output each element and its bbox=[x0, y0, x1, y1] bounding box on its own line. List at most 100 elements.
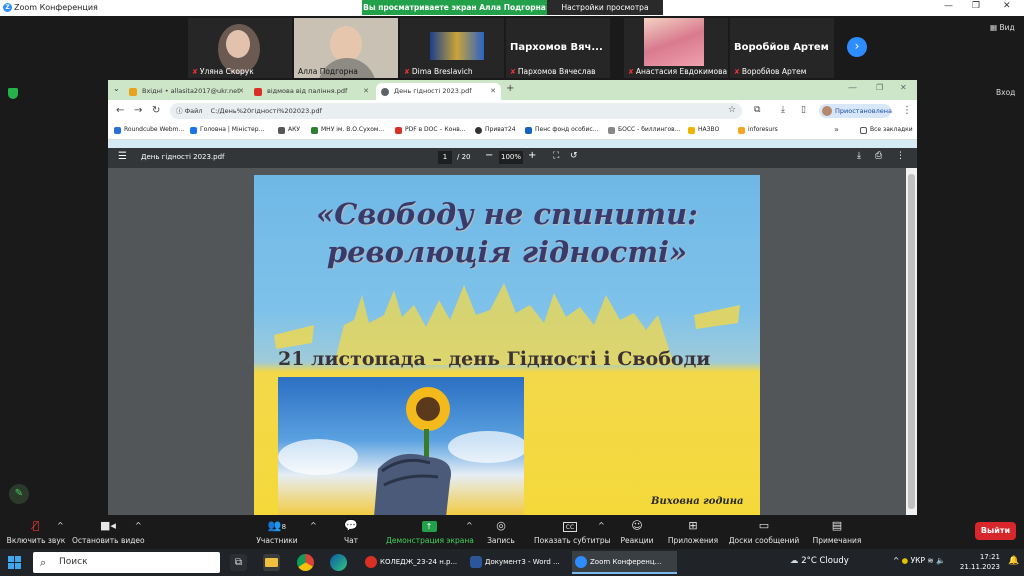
annotate-pen-icon[interactable]: ✎ bbox=[9, 484, 29, 504]
wifi-icon[interactable]: ≋ bbox=[927, 556, 933, 565]
taskbar-search-input[interactable]: ⌕ Поиск bbox=[33, 552, 220, 573]
video-options-chevron-icon[interactable]: ^ bbox=[135, 521, 142, 530]
page-number-input[interactable]: 1 bbox=[438, 151, 452, 164]
bookmark-item[interactable]: inforesurs bbox=[738, 126, 778, 134]
record-button[interactable]: ◎ Запись bbox=[486, 515, 516, 545]
new-tab-plus-icon[interactable]: + bbox=[506, 83, 514, 94]
browser-menu-kebab-icon[interactable]: ⋮ bbox=[902, 105, 912, 116]
zoom-out-icon[interactable]: − bbox=[485, 150, 493, 161]
chat-button[interactable]: 💬 Чат bbox=[338, 515, 364, 545]
pdf-more-kebab-icon[interactable]: ⋮ bbox=[896, 151, 905, 161]
profile-button[interactable]: Приостановлена bbox=[819, 104, 892, 118]
fist-with-sunflower-image bbox=[278, 377, 524, 515]
download-icon[interactable]: ⤓ bbox=[781, 105, 785, 115]
reactions-button[interactable]: ☺ Реакции bbox=[620, 515, 654, 545]
participants-options-chevron-icon[interactable]: ^ bbox=[310, 521, 317, 530]
audio-options-chevron-icon[interactable]: ^ bbox=[57, 521, 64, 530]
zoom-level-input[interactable]: 100% bbox=[499, 151, 523, 164]
bookmark-item[interactable]: МНУ ім. В.О.Сухом... bbox=[311, 126, 384, 134]
all-bookmarks-folder[interactable]: Все закладки bbox=[860, 126, 913, 134]
participant-tile[interactable]: ✘ Dima Breslavich bbox=[400, 18, 504, 78]
volume-icon[interactable]: 🔈 bbox=[936, 556, 945, 565]
bookmark-item[interactable]: АКУ bbox=[278, 126, 300, 134]
chrome-browser-icon[interactable] bbox=[297, 554, 314, 571]
next-participants-chevron-icon[interactable]: › bbox=[847, 37, 867, 57]
rotate-icon[interactable]: ↺ bbox=[570, 151, 578, 161]
extensions-puzzle-icon[interactable]: ⧉ bbox=[754, 105, 760, 115]
close-icon[interactable]: ✕ bbox=[1003, 1, 1011, 11]
tab-close-icon[interactable]: ✕ bbox=[363, 83, 369, 100]
browser-minimize-icon[interactable]: — bbox=[848, 83, 857, 93]
share-options-chevron-icon[interactable]: ^ bbox=[466, 521, 473, 530]
pdf-download-icon[interactable]: ⤓ bbox=[857, 151, 861, 161]
bookmark-item[interactable]: PDF в DOC – Конв... bbox=[395, 126, 466, 134]
notes-button[interactable]: ▤ Примечания bbox=[811, 515, 863, 545]
norton-icon[interactable]: ● bbox=[902, 556, 911, 565]
participants-button[interactable]: 👥8 Участники bbox=[255, 515, 299, 545]
taskbar-app[interactable]: Документ3 - Word ... bbox=[467, 551, 569, 574]
minimize-icon[interactable]: — bbox=[944, 1, 953, 11]
pdf-menu-hamburger-icon[interactable]: ☰ bbox=[118, 151, 127, 162]
participant-video bbox=[430, 32, 484, 60]
participant-tile-speaking[interactable]: Алла Подгорна bbox=[294, 18, 398, 78]
bookmark-item[interactable]: Roundcube Webm... bbox=[114, 126, 184, 134]
file-explorer-folder-icon[interactable] bbox=[263, 554, 280, 571]
side-panel-icon[interactable]: ▯ bbox=[801, 105, 806, 115]
bookmarks-overflow-chevron-icon[interactable]: » bbox=[834, 125, 839, 134]
unmute-audio-button[interactable]: 🎙̸ Включить звук bbox=[5, 515, 67, 545]
captions-cc-icon: CC bbox=[534, 519, 606, 533]
participant-tile[interactable]: Пархомов Вяч... ✘ Пархомов Вячеслав bbox=[506, 18, 610, 78]
whiteboards-button[interactable]: ▭ Доски сообщений bbox=[728, 515, 800, 545]
forward-arrow-icon[interactable]: → bbox=[134, 105, 142, 116]
bookmark-item[interactable]: БОСС - биллингов... bbox=[608, 126, 680, 134]
apps-button[interactable]: ⊞ Приложения bbox=[667, 515, 719, 545]
edge-browser-icon[interactable] bbox=[330, 554, 347, 571]
security-shield-icon[interactable] bbox=[8, 88, 18, 99]
stop-video-button[interactable]: ■◂ Остановить видео bbox=[72, 515, 145, 545]
weather-widget[interactable]: ☁ 2°C Cloudy bbox=[790, 556, 849, 566]
maximize-icon[interactable]: ❐ bbox=[972, 1, 980, 11]
taskbar-clock[interactable]: 17:21 21.11.2023 bbox=[950, 552, 1000, 572]
leave-meeting-button[interactable]: Выйти bbox=[975, 522, 1016, 540]
zoom-in-icon[interactable]: + bbox=[528, 150, 536, 161]
back-arrow-icon[interactable]: ← bbox=[116, 105, 124, 116]
bookmark-item[interactable]: Головна | Міністер... bbox=[190, 126, 264, 134]
browser-close-icon[interactable]: ✕ bbox=[900, 83, 907, 92]
url-input[interactable]: ⓘ Файл C:/День%20гідності%202023.pdf bbox=[170, 103, 742, 119]
participant-name: Dima Breslavich bbox=[411, 67, 473, 76]
tab-search-chevron-icon[interactable]: ⌄ bbox=[113, 84, 120, 93]
entry-label[interactable]: Вход bbox=[996, 88, 1015, 97]
browser-tab[interactable]: Вхідні • allasita2017@ukr.net ✕ bbox=[124, 83, 249, 100]
notifications-bell-icon[interactable]: 🔔 bbox=[1008, 556, 1019, 566]
pdf-tab-icon bbox=[254, 88, 262, 96]
bookmark-star-icon[interactable]: ☆ bbox=[728, 105, 736, 115]
browser-tab[interactable]: відмова від паління.pdf ✕ bbox=[249, 83, 374, 100]
browser-tab-active[interactable]: День гідності 2023.pdf ✕ bbox=[376, 83, 501, 100]
captions-options-chevron-icon[interactable]: ^ bbox=[598, 521, 605, 530]
windows-start-icon[interactable] bbox=[8, 556, 21, 569]
zoom-control-bar: 🎙̸ Включить звук ^ ■◂ Остановить видео ^… bbox=[0, 515, 1024, 549]
bookmark-item[interactable]: НАЗВО bbox=[688, 126, 719, 134]
view-settings-button[interactable]: Настройки просмотра bbox=[547, 0, 663, 15]
share-screen-button[interactable]: ↑ Демонстрация экрана bbox=[386, 515, 474, 545]
browser-maximize-icon[interactable]: ❐ bbox=[876, 83, 883, 92]
participant-tile[interactable]: ✘ Уляна Скорук bbox=[188, 18, 292, 78]
taskbar-app[interactable]: КОЛЕДЖ_23-24 н.р... bbox=[362, 551, 464, 574]
bookmark-item[interactable]: Пенс фонд особис... bbox=[525, 126, 598, 134]
print-icon[interactable]: ⎙ bbox=[875, 151, 882, 161]
tab-close-icon[interactable]: ✕ bbox=[490, 83, 496, 100]
participant-tile[interactable]: Воробйов Артем ✘ Воробйов Артем bbox=[730, 18, 834, 78]
participant-tile[interactable]: ✘ Анастасия Евдокимова bbox=[624, 18, 728, 78]
pdf-scroll-thumb[interactable] bbox=[908, 174, 915, 509]
bookmark-favicon-icon bbox=[190, 127, 197, 134]
taskbar-app-active[interactable]: Zoom Конференц... bbox=[572, 551, 677, 574]
tray-overflow-chevron-icon[interactable]: ^ bbox=[893, 556, 902, 565]
fit-page-icon[interactable]: ⛶ bbox=[553, 151, 559, 161]
reload-icon[interactable]: ↻ bbox=[152, 105, 160, 116]
bookmark-item[interactable]: Приват24 bbox=[475, 126, 516, 134]
pdf-scrollbar[interactable] bbox=[906, 168, 917, 515]
language-indicator[interactable]: УКР bbox=[911, 556, 925, 565]
task-view-icon[interactable]: ⧉ bbox=[230, 554, 247, 571]
tab-close-icon[interactable]: ✕ bbox=[238, 83, 244, 100]
show-captions-button[interactable]: CC Показать субтитры bbox=[534, 515, 611, 545]
